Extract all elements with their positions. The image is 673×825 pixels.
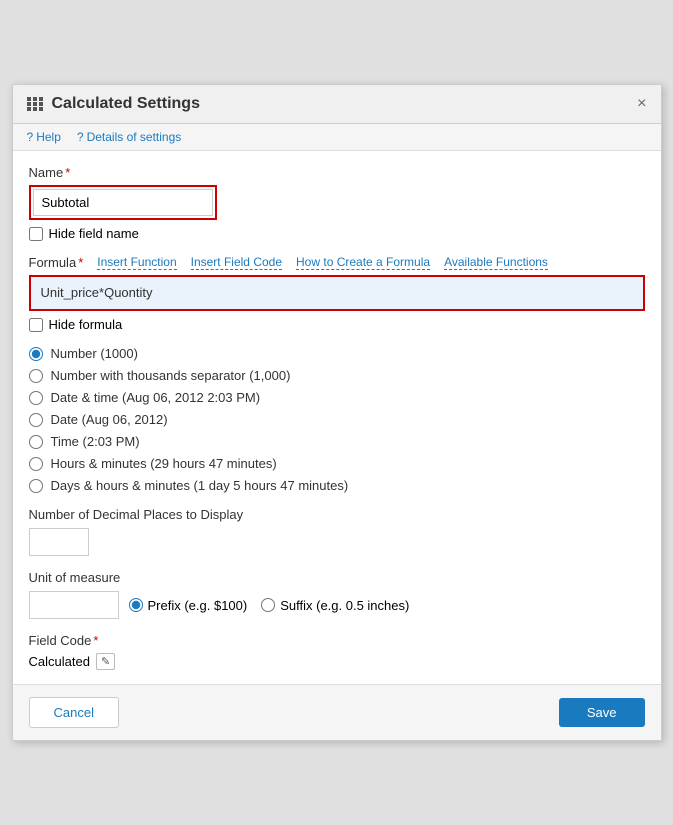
- available-functions-link[interactable]: Available Functions: [444, 255, 548, 270]
- title-group: Calculated Settings: [27, 95, 200, 113]
- hide-field-name-checkbox[interactable]: [29, 227, 43, 241]
- radio-date-label: Date (Aug 06, 2012): [51, 412, 168, 427]
- radio-days-hours-label: Days & hours & minutes (1 day 5 hours 47…: [51, 478, 349, 493]
- cancel-button[interactable]: Cancel: [29, 697, 119, 728]
- close-button[interactable]: ×: [637, 96, 646, 112]
- prefix-suffix-group: Prefix (e.g. $100) Suffix (e.g. 0.5 inch…: [129, 598, 410, 613]
- radio-hours-minutes-label: Hours & minutes (29 hours 47 minutes): [51, 456, 277, 471]
- name-required-star: *: [65, 165, 70, 180]
- prefix-radio-row: Prefix (e.g. $100): [129, 598, 248, 613]
- formula-label: Formula*: [29, 255, 84, 270]
- name-label: Name*: [29, 165, 645, 180]
- radio-row-hours-minutes: Hours & minutes (29 hours 47 minutes): [29, 456, 645, 471]
- radio-time-label: Time (2:03 PM): [51, 434, 140, 449]
- radio-row-datetime: Date & time (Aug 06, 2012 2:03 PM): [29, 390, 645, 405]
- radio-row-thousands: Number with thousands separator (1,000): [29, 368, 645, 383]
- dialog-header: Calculated Settings ×: [13, 85, 661, 124]
- details-link[interactable]: ? Details of settings: [77, 130, 181, 144]
- grid-icon: [27, 97, 44, 111]
- radio-time[interactable]: [29, 435, 43, 449]
- field-code-value: Calculated: [29, 654, 90, 669]
- radio-row-date: Date (Aug 06, 2012): [29, 412, 645, 427]
- radio-number[interactable]: [29, 347, 43, 361]
- dialog-title: Calculated Settings: [52, 95, 200, 113]
- suffix-radio-row: Suffix (e.g. 0.5 inches): [261, 598, 409, 613]
- insert-function-link[interactable]: Insert Function: [97, 255, 176, 270]
- formula-header: Formula* Insert Function Insert Field Co…: [29, 255, 645, 270]
- radio-datetime[interactable]: [29, 391, 43, 405]
- field-code-edit-button[interactable]: ✎: [96, 653, 115, 670]
- insert-field-code-link[interactable]: Insert Field Code: [191, 255, 282, 270]
- name-section: Name* Hide field name: [29, 165, 645, 241]
- decimal-section: Number of Decimal Places to Display: [29, 507, 645, 556]
- name-input[interactable]: [33, 189, 213, 216]
- radio-row-days-hours: Days & hours & minutes (1 day 5 hours 47…: [29, 478, 645, 493]
- details-question-icon: ?: [77, 130, 84, 144]
- radio-date[interactable]: [29, 413, 43, 427]
- formula-section: Formula* Insert Function Insert Field Co…: [29, 255, 645, 332]
- edit-icon: ✎: [101, 656, 110, 668]
- hide-formula-checkbox[interactable]: [29, 318, 43, 332]
- unit-input[interactable]: [29, 591, 119, 619]
- field-code-value-row: Calculated ✎: [29, 653, 645, 670]
- radio-thousands-label: Number with thousands separator (1,000): [51, 368, 291, 383]
- field-code-star: *: [93, 633, 98, 648]
- radio-datetime-label: Date & time (Aug 06, 2012 2:03 PM): [51, 390, 261, 405]
- formula-value[interactable]: Unit_price*Quontity: [29, 275, 645, 311]
- help-link[interactable]: ? Help: [27, 130, 61, 144]
- calculated-settings-dialog: Calculated Settings × ? Help ? Details o…: [12, 84, 662, 741]
- prefix-radio[interactable]: [129, 598, 143, 612]
- radio-row-number: Number (1000): [29, 346, 645, 361]
- how-to-create-link[interactable]: How to Create a Formula: [296, 255, 430, 270]
- radio-days-hours[interactable]: [29, 479, 43, 493]
- format-radio-group: Number (1000) Number with thousands sepa…: [29, 346, 645, 493]
- prefix-label: Prefix (e.g. $100): [148, 598, 248, 613]
- unit-row: Prefix (e.g. $100) Suffix (e.g. 0.5 inch…: [29, 591, 645, 619]
- save-button[interactable]: Save: [559, 698, 645, 727]
- hide-field-name-row: Hide field name: [29, 226, 645, 241]
- field-code-section: Field Code* Calculated ✎: [29, 633, 645, 670]
- decimal-input[interactable]: [29, 528, 89, 556]
- suffix-label: Suffix (e.g. 0.5 inches): [280, 598, 409, 613]
- unit-label: Unit of measure: [29, 570, 645, 585]
- hide-formula-label: Hide formula: [49, 317, 123, 332]
- help-bar: ? Help ? Details of settings: [13, 124, 661, 151]
- formula-required-star: *: [78, 255, 83, 270]
- field-code-label: Field Code*: [29, 633, 645, 648]
- decimal-label: Number of Decimal Places to Display: [29, 507, 645, 522]
- hide-formula-row: Hide formula: [29, 317, 645, 332]
- radio-thousands[interactable]: [29, 369, 43, 383]
- help-question-icon: ?: [27, 130, 34, 144]
- hide-field-name-label: Hide field name: [49, 226, 139, 241]
- dialog-body: Name* Hide field name Formula* Insert Fu…: [13, 151, 661, 685]
- name-input-box: [29, 185, 217, 220]
- dialog-footer: Cancel Save: [13, 685, 661, 740]
- radio-row-time: Time (2:03 PM): [29, 434, 645, 449]
- radio-number-label: Number (1000): [51, 346, 138, 361]
- radio-hours-minutes[interactable]: [29, 457, 43, 471]
- unit-section: Unit of measure Prefix (e.g. $100) Suffi…: [29, 570, 645, 619]
- suffix-radio[interactable]: [261, 598, 275, 612]
